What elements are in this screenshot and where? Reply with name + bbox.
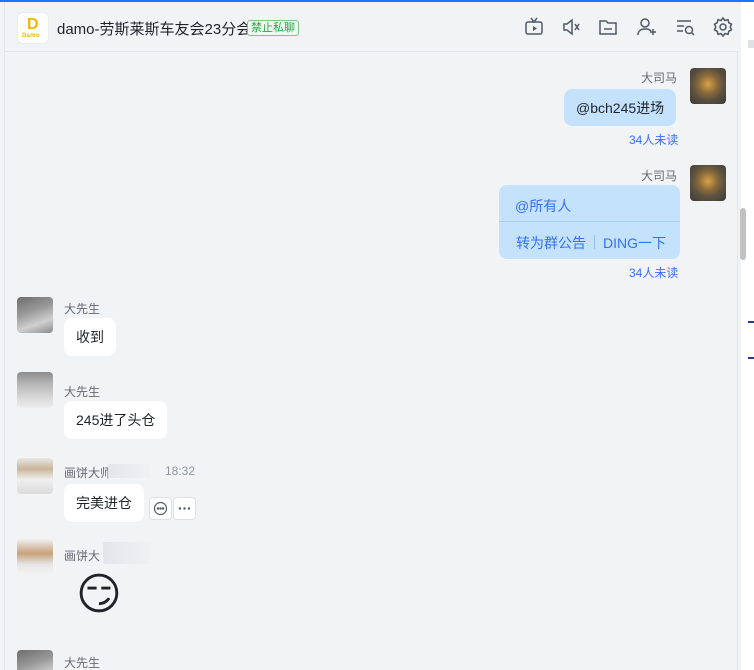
avatar-huabingdashi[interactable] bbox=[17, 458, 53, 494]
mute-icon[interactable] bbox=[560, 16, 582, 38]
sender-name: 大先生 bbox=[64, 656, 101, 670]
blurred-name-suffix bbox=[108, 464, 150, 478]
side-strip bbox=[748, 357, 754, 359]
message-bubble[interactable]: 245进了头仓 bbox=[64, 401, 168, 439]
tv-icon[interactable] bbox=[523, 16, 545, 38]
side-strip bbox=[748, 321, 754, 323]
chat-header: D Damo damo-劳斯莱斯车友会23分会 禁止私聊 bbox=[5, 2, 739, 52]
sender-name: 画饼大师 bbox=[64, 466, 113, 480]
settings-icon[interactable] bbox=[712, 16, 734, 38]
ding-button[interactable]: DING一下 bbox=[603, 233, 666, 253]
search-history-icon[interactable] bbox=[674, 16, 696, 38]
logo-letter: D bbox=[27, 16, 39, 33]
avatar-daxiansheng[interactable] bbox=[17, 650, 53, 670]
message-time: 18:32 bbox=[165, 464, 196, 478]
reply-icon[interactable] bbox=[149, 497, 172, 520]
avatar-dasima[interactable] bbox=[690, 165, 726, 201]
more-icon[interactable] bbox=[173, 497, 196, 520]
avatar-huabingda[interactable] bbox=[17, 539, 53, 575]
sender-name: 大先生 bbox=[64, 385, 101, 399]
scrollbar-thumb[interactable] bbox=[740, 208, 746, 260]
chat-window: D Damo damo-劳斯莱斯车友会23分会 禁止私聊 大司马 @bch245… bbox=[4, 2, 739, 670]
pin-announcement-button[interactable]: 转为群公告 bbox=[516, 233, 586, 253]
mention-all-text: @所有人 bbox=[499, 185, 680, 222]
read-status[interactable]: 34人未读 bbox=[629, 131, 678, 148]
card-divider bbox=[594, 235, 595, 249]
folder-icon[interactable] bbox=[597, 16, 619, 38]
group-avatar[interactable]: D Damo bbox=[17, 12, 49, 44]
avatar-daxiansheng[interactable] bbox=[17, 297, 53, 333]
sender-name: 大司马 bbox=[641, 71, 678, 85]
scrollbar-track[interactable] bbox=[741, 2, 754, 670]
message-bubble[interactable]: 收到 bbox=[64, 318, 116, 356]
add-member-icon[interactable] bbox=[636, 16, 658, 38]
group-title[interactable]: damo-劳斯莱斯车友会23分会 bbox=[57, 18, 251, 39]
avatar-daxiansheng[interactable] bbox=[17, 372, 53, 408]
side-strip bbox=[748, 40, 754, 48]
logo-text: Damo bbox=[22, 33, 40, 39]
blurred-name-suffix bbox=[103, 542, 151, 564]
sender-name: 大先生 bbox=[64, 302, 101, 316]
message-bubble[interactable]: @bch245进场 bbox=[564, 89, 677, 126]
sender-name: 大司马 bbox=[641, 169, 678, 183]
avatar-dasima[interactable] bbox=[690, 68, 726, 104]
smirk-emoji[interactable]: 😏 bbox=[76, 570, 122, 620]
no-private-chat-badge: 禁止私聊 bbox=[247, 20, 299, 36]
read-status[interactable]: 34人未读 bbox=[629, 264, 678, 281]
sender-name: 画饼大 bbox=[64, 549, 101, 563]
mention-all-card: @所有人 转为群公告 DING一下 bbox=[499, 185, 680, 259]
message-bubble[interactable]: 完美进仓 bbox=[64, 484, 144, 522]
